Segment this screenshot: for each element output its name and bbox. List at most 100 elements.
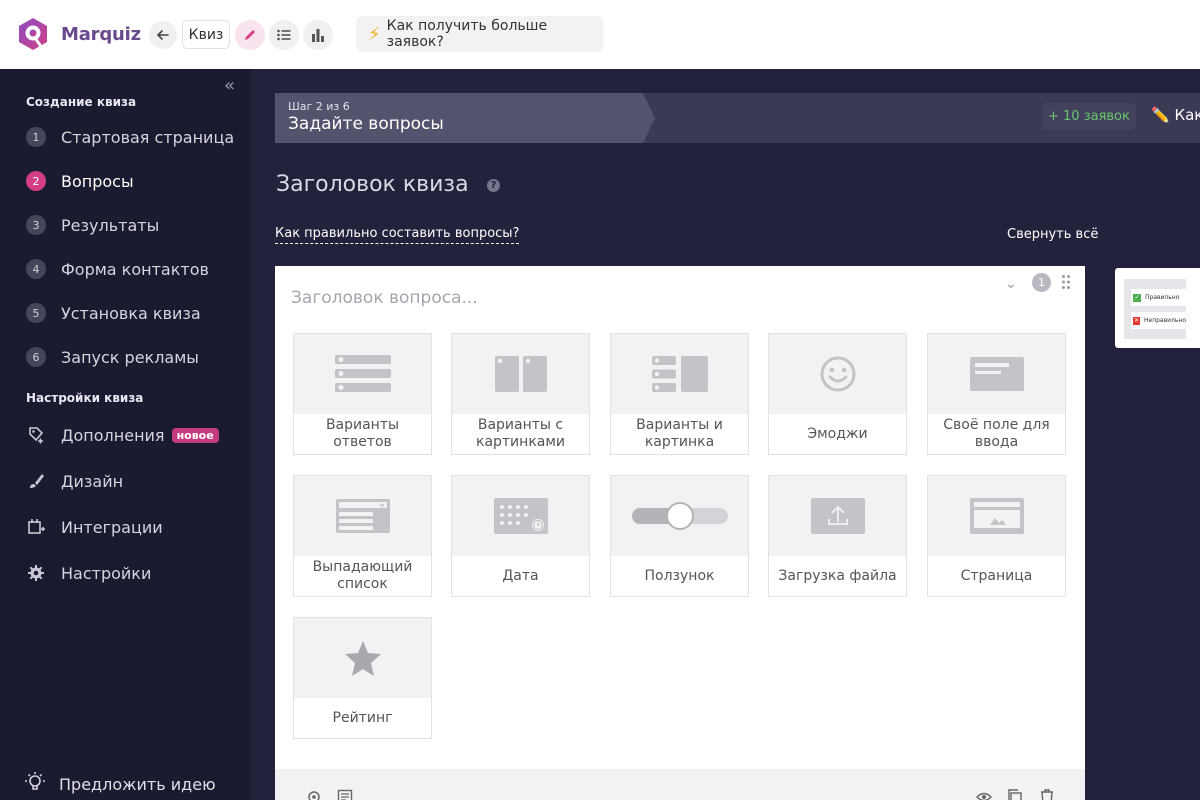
step-edit-label: Как (1174, 106, 1200, 124)
chevron-down-icon[interactable]: ⌄ (1005, 276, 1017, 292)
question-preview[interactable]: ✓ Правильно ✕ Неправильно (1115, 268, 1200, 348)
type-emoji[interactable]: Эмоджи (768, 333, 907, 455)
quiz-title[interactable]: Заголовок квиза (276, 172, 469, 197)
drag-handle-icon[interactable] (1061, 274, 1071, 290)
settings-icon[interactable] (305, 789, 323, 800)
sidebar-step-results[interactable]: 3 Результаты (26, 213, 159, 237)
eye-icon[interactable] (975, 789, 993, 800)
step-counter: Шаг 2 из 6 (288, 100, 350, 113)
sidebar-item-label: Интеграции (61, 517, 163, 537)
question-title-input[interactable]: Заголовок вопроса... (291, 288, 478, 308)
integrations-icon (26, 517, 46, 537)
upload-icon (810, 498, 865, 534)
type-text-field[interactable]: Своё поле для ввода (927, 333, 1066, 455)
sidebar-item-addons[interactable]: Дополнения новое (26, 422, 219, 448)
description-icon[interactable] (336, 789, 354, 800)
new-badge: новое (171, 427, 219, 443)
help-icon[interactable]: ? (487, 179, 500, 192)
bar-chart-icon (312, 29, 324, 42)
step-number: 5 (26, 303, 46, 323)
check-icon: ✓ (1133, 293, 1141, 302)
sidebar-item-label: Дизайн (61, 471, 124, 491)
type-slider[interactable]: Ползунок (610, 475, 749, 597)
type-date[interactable]: Дата (451, 475, 590, 597)
lightbulb-icon (24, 771, 46, 797)
sidebar-step-questions[interactable]: 2 Вопросы (26, 169, 134, 193)
top-bar: Marquiz Квиз ⚡ Как получить больше заяво… (0, 0, 1200, 69)
sidebar-item-integrations[interactable]: Интеграции (26, 514, 163, 540)
type-file-upload[interactable]: Загрузка файла (768, 475, 907, 597)
type-label: Выпадающий список (312, 559, 413, 592)
sidebar-item-label: Дополнения (61, 425, 165, 445)
step-label: Стартовая страница (61, 127, 235, 147)
step-label: Вопросы (61, 171, 134, 191)
step-number: 1 (26, 127, 46, 147)
cross-icon: ✕ (1133, 316, 1140, 325)
edit-mode-button[interactable] (235, 20, 265, 50)
leads-hint-button[interactable]: ⚡ Как получить больше заявок? (356, 16, 603, 52)
brush-icon (26, 471, 46, 491)
image-options-icon (494, 356, 547, 392)
type-label: Дата (502, 567, 539, 584)
answer-options-icon (334, 355, 391, 392)
preview-incorrect-label: Неправильно (1143, 317, 1186, 324)
back-button[interactable] (149, 21, 177, 49)
sidebar-item-settings[interactable]: Настройки (26, 560, 151, 586)
type-label: Варианты ответов (325, 417, 400, 450)
emoji-icon (820, 356, 855, 392)
sidebar-item-design[interactable]: Дизайн (26, 468, 123, 494)
type-label: Эмоджи (807, 425, 868, 442)
sidebar-step-contact-form[interactable]: 4 Форма контактов (26, 257, 209, 281)
type-rating[interactable]: Рейтинг (293, 617, 432, 739)
lightning-icon: ⚡ (368, 23, 381, 45)
type-label: Варианты с картинками (475, 417, 566, 450)
suggest-idea-label: Предложить идею (59, 774, 216, 794)
type-options-and-image[interactable]: Варианты и картинка (610, 333, 749, 455)
type-page[interactable]: Страница (927, 475, 1066, 597)
list-view-button[interactable] (269, 20, 299, 50)
step-number: 6 (26, 347, 46, 367)
step-label: Результаты (61, 215, 160, 235)
step-label: Форма контактов (61, 259, 209, 279)
arrow-left-icon (157, 30, 169, 40)
step-title: Задайте вопросы (288, 114, 444, 134)
options-and-image-icon (651, 356, 708, 392)
question-number: 1 (1032, 273, 1051, 292)
logo[interactable]: Marquiz (15, 16, 141, 52)
preview-correct-label: Правильно (1145, 294, 1180, 301)
suggest-idea-button[interactable]: Предложить идею (24, 771, 216, 797)
type-dropdown[interactable]: Выпадающий список (293, 475, 432, 597)
copy-icon[interactable] (1006, 789, 1024, 800)
sidebar: « Создание квиза 1 Стартовая страница 2 … (0, 69, 251, 800)
type-answer-options[interactable]: Варианты ответов (293, 333, 432, 455)
how-to-questions-link[interactable]: Как правильно составить вопросы? (275, 226, 520, 244)
type-label: Страница (960, 567, 1033, 584)
question-card: Заголовок вопроса... ⌄ 1 Варианты ответо… (275, 266, 1085, 800)
step-label: Запуск рекламы (61, 347, 199, 367)
quiz-button[interactable]: Квиз (182, 20, 230, 49)
type-label: Своё поле для ввода (943, 417, 1050, 450)
collapse-all-link[interactable]: Свернуть всё (1007, 227, 1098, 242)
addons-icon (26, 425, 46, 445)
pencil-icon (245, 30, 255, 40)
dropdown-icon (335, 499, 390, 533)
step-number: 3 (26, 215, 46, 235)
pencil-emoji-icon: ✏️ (1151, 106, 1170, 124)
stats-button[interactable] (303, 20, 333, 50)
leads-badge: + 10 заявок (1042, 103, 1136, 130)
type-label: Загрузка файла (778, 567, 897, 584)
marquiz-logo-icon (19, 18, 47, 50)
type-image-options[interactable]: Варианты с картинками (451, 333, 590, 455)
hint-text: Как получить больше заявок? (386, 18, 548, 50)
collapse-sidebar-icon[interactable]: « (224, 75, 235, 96)
preview-incorrect-row: ✕ Неправильно (1131, 312, 1186, 329)
text-field-icon (969, 357, 1024, 391)
step-progress-bar: Шаг 2 из 6 Задайте вопросы + 10 заявок ✏… (275, 93, 1200, 143)
step-label: Установка квиза (61, 303, 201, 323)
sidebar-step-start[interactable]: 1 Стартовая страница (26, 125, 234, 149)
trash-icon[interactable] (1038, 789, 1056, 800)
sidebar-step-install[interactable]: 5 Установка квиза (26, 301, 201, 325)
sidebar-step-ads[interactable]: 6 Запуск рекламы (26, 345, 199, 369)
type-label: Ползунок (644, 567, 715, 584)
step-edit-link[interactable]: ✏️ Как (1151, 106, 1200, 124)
